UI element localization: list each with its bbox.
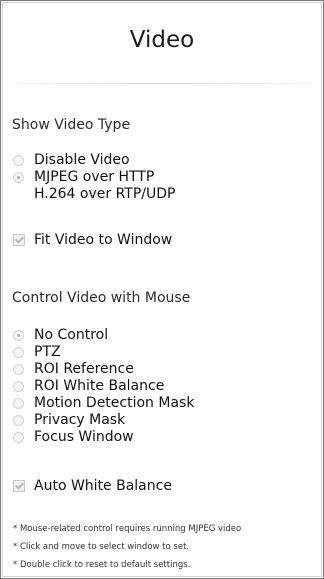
radio-circle-icon[interactable] [13,154,24,166]
radio-circle-icon[interactable] [13,414,24,426]
radio-circle-icon[interactable] [13,397,24,409]
checkbox-icon[interactable] [13,480,25,492]
note-double-click-reset: * Double click to reset to default setti… [13,560,191,570]
note-mjpeg-required: * Mouse-related control requires running… [13,524,242,534]
checkbox-label: Auto White Balance [34,478,172,494]
radio-label: No Control [34,327,109,343]
checkbox-label: Fit Video to Window [34,232,173,248]
radio-mjpeg-over-http[interactable]: MJPEG over HTTP [13,169,154,185]
radio-label: MJPEG over HTTP [34,169,155,185]
radio-label: Motion Detection Mask [34,395,195,411]
show-video-type-heading: Show Video Type [12,117,131,133]
radio-circle-icon[interactable] [13,380,24,392]
radio-circle-icon[interactable] [13,171,24,183]
radio-label: Focus Window [34,429,134,445]
panel-title: Video [129,27,195,53]
radio-label: PTZ [34,344,61,360]
radio-circle-icon[interactable] [13,363,24,375]
radio-disable-video[interactable]: Disable Video [13,152,130,168]
control-video-heading: Control Video with Mouse [12,290,191,306]
radio-h264-over-rtp-udp[interactable]: H.264 over RTP/UDP [13,186,175,202]
radio-roi-reference[interactable]: ROI Reference [13,361,134,377]
note-click-and-move: * Click and move to select window to set… [13,542,190,552]
radio-label: H.264 over RTP/UDP [34,186,176,202]
radio-motion-detection-mask[interactable]: Motion Detection Mask [13,395,194,411]
title-divider [11,83,313,84]
radio-circle-icon[interactable] [13,329,24,341]
checkbox-fit-video-to-window[interactable]: Fit Video to Window [13,232,172,248]
radio-circle-icon[interactable] [13,431,24,443]
radio-focus-window[interactable]: Focus Window [13,429,134,445]
radio-label: Disable Video [34,152,130,168]
radio-roi-white-balance[interactable]: ROI White Balance [13,378,164,394]
radio-ptz[interactable]: PTZ [13,344,61,360]
radio-circle-icon[interactable] [13,346,24,358]
radio-no-control[interactable]: No Control [13,327,108,343]
video-panel: Video Show Video Type Disable Video MJPE… [0,0,324,579]
radio-circle-icon[interactable] [13,189,24,200]
radio-label: ROI White Balance [34,378,165,394]
checkbox-auto-white-balance[interactable]: Auto White Balance [13,478,172,494]
radio-label: Privacy Mask [34,412,126,428]
radio-privacy-mask[interactable]: Privacy Mask [13,412,125,428]
radio-label: ROI Reference [34,361,134,377]
checkbox-icon[interactable] [13,234,25,246]
